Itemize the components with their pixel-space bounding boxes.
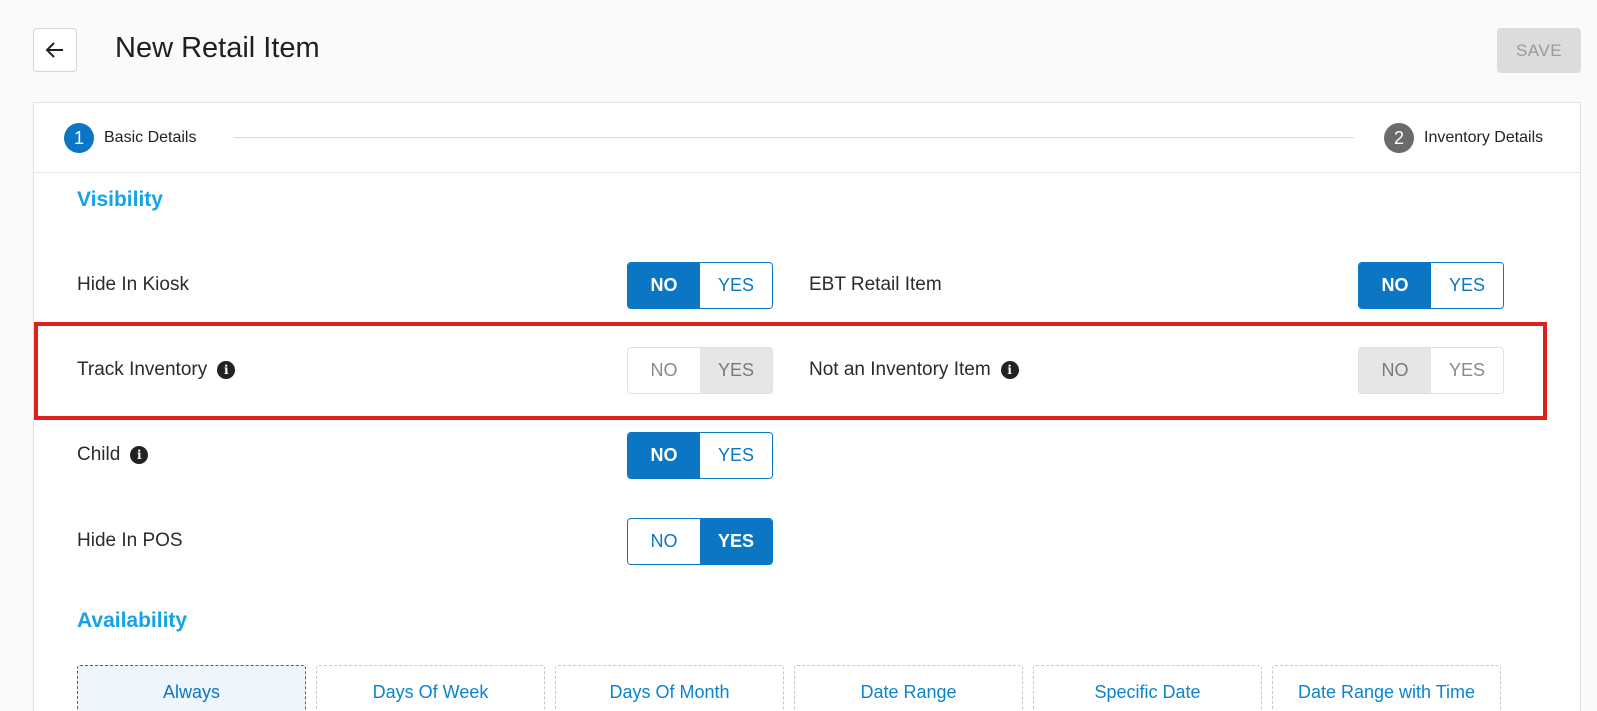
child-label: Child i: [77, 444, 149, 466]
track-inventory-toggle[interactable]: NO YES: [627, 347, 773, 394]
not-inventory-item-toggle[interactable]: NO YES: [1358, 347, 1504, 394]
field-label: Hide In Kiosk: [77, 274, 189, 295]
field-label: EBT Retail Item: [809, 274, 942, 295]
availability-tab-days-of-month[interactable]: Days Of Month: [555, 665, 784, 711]
toggle-yes[interactable]: YES: [1431, 263, 1503, 308]
toggle-no[interactable]: NO: [628, 519, 700, 564]
step-label: Basic Details: [104, 129, 197, 146]
toggle-yes[interactable]: YES: [1431, 348, 1503, 393]
ebt-retail-item-label: EBT Retail Item: [809, 274, 942, 296]
form-card: 1 Basic Details 2 Inventory Details: [33, 102, 1581, 711]
arrow-left-icon: [45, 42, 63, 58]
hide-in-pos-label: Hide In POS: [77, 530, 183, 552]
toggle-yes[interactable]: YES: [700, 433, 772, 478]
step-number: 2: [1384, 123, 1414, 153]
info-icon[interactable]: i: [217, 361, 236, 379]
availability-tab-date-range[interactable]: Date Range: [794, 665, 1023, 711]
child-toggle[interactable]: NO YES: [627, 432, 773, 479]
toggle-no[interactable]: NO: [628, 263, 700, 308]
step-number: 1: [64, 123, 94, 153]
toggle-no[interactable]: NO: [1359, 348, 1431, 393]
not-inventory-item-label: Not an Inventory Item i: [809, 359, 1019, 381]
page: New Retail Item SAVE 1 Basic Details 2 I…: [0, 0, 1597, 711]
track-inventory-label: Track Inventory i: [77, 359, 236, 381]
hide-in-kiosk-toggle[interactable]: NO YES: [627, 262, 773, 309]
info-icon[interactable]: i: [130, 446, 149, 464]
step-connector: [234, 137, 1354, 138]
hide-in-kiosk-label: Hide In Kiosk: [77, 274, 189, 296]
ebt-retail-item-toggle[interactable]: NO YES: [1358, 262, 1504, 309]
field-label: Track Inventory: [77, 359, 208, 380]
save-button[interactable]: SAVE: [1497, 28, 1581, 73]
field-label: Child: [77, 444, 121, 465]
step-basic-details[interactable]: 1 Basic Details: [64, 103, 196, 173]
availability-heading: Availability: [77, 609, 188, 632]
toggle-yes[interactable]: YES: [700, 519, 772, 564]
toggle-no[interactable]: NO: [628, 348, 700, 393]
back-button[interactable]: [33, 28, 77, 72]
availability-tab-specific-date[interactable]: Specific Date: [1033, 665, 1262, 711]
stepper: 1 Basic Details 2 Inventory Details: [34, 103, 1580, 173]
step-inventory-details[interactable]: 2 Inventory Details: [1384, 103, 1543, 173]
toggle-yes[interactable]: YES: [700, 263, 772, 308]
availability-tab-date-range-with-time[interactable]: Date Range with Time: [1272, 665, 1501, 711]
visibility-heading: Visibility: [77, 188, 163, 211]
toggle-no[interactable]: NO: [1359, 263, 1431, 308]
field-label: Not an Inventory Item: [809, 359, 991, 380]
toggle-no[interactable]: NO: [628, 433, 700, 478]
toggle-yes[interactable]: YES: [700, 348, 772, 393]
hide-in-pos-toggle[interactable]: NO YES: [627, 518, 773, 565]
availability-tab-always[interactable]: Always: [77, 665, 306, 711]
info-icon[interactable]: i: [1000, 361, 1019, 379]
field-label: Hide In POS: [77, 530, 183, 551]
availability-tab-days-of-week[interactable]: Days Of Week: [316, 665, 545, 711]
page-title: New Retail Item: [115, 32, 320, 64]
step-label: Inventory Details: [1424, 129, 1544, 146]
